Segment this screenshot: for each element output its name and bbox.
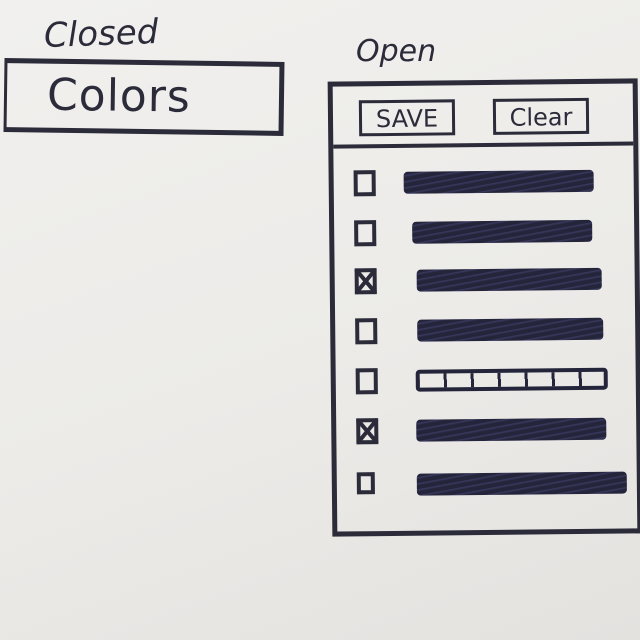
option-checkbox[interactable] <box>354 220 377 247</box>
option-label-placeholder <box>415 367 608 392</box>
closed-dropdown-value: Colors <box>46 69 192 123</box>
check-x-icon <box>356 418 379 445</box>
option-label-placeholder <box>417 317 604 342</box>
option-label-placeholder <box>403 169 594 194</box>
check-x-icon <box>354 268 377 295</box>
save-button[interactable]: SAVE <box>358 99 456 137</box>
option-row[interactable] <box>344 214 614 253</box>
option-row[interactable] <box>347 466 627 505</box>
option-label-placeholder <box>416 471 627 496</box>
open-state-label: Open <box>356 34 437 69</box>
header-divider <box>333 141 634 149</box>
closed-state-label: Closed <box>43 12 159 56</box>
open-dropdown-panel: SAVE Clear <box>327 78 640 537</box>
option-label-placeholder <box>412 219 593 244</box>
option-row[interactable] <box>346 412 616 451</box>
option-checkbox-checked[interactable] <box>356 418 379 445</box>
option-row[interactable] <box>345 312 615 351</box>
option-checkbox[interactable] <box>355 368 378 395</box>
clear-button[interactable]: Clear <box>492 97 590 135</box>
option-checkbox[interactable] <box>355 318 378 345</box>
sketch-paper: Closed Colors Open SAVE Clear <box>0 0 640 640</box>
option-checkbox[interactable] <box>353 170 376 197</box>
option-row[interactable] <box>345 262 615 301</box>
option-row[interactable] <box>344 164 614 203</box>
option-checkbox-checked[interactable] <box>354 268 377 295</box>
option-row[interactable] <box>346 362 616 401</box>
option-label-placeholder <box>416 417 607 442</box>
closed-dropdown[interactable]: Colors <box>3 58 285 136</box>
option-label-placeholder <box>416 267 602 292</box>
option-checkbox[interactable] <box>356 472 375 495</box>
